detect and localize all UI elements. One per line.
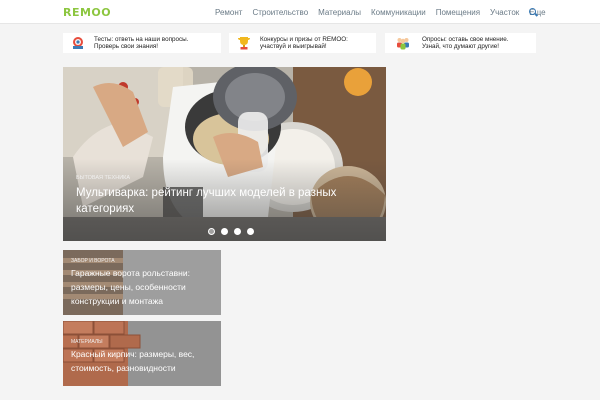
- slider-dots: [208, 228, 260, 235]
- hero-category[interactable]: Бытовая техника: [76, 175, 130, 181]
- nav-item-pomeshcheniya[interactable]: Помещения: [436, 8, 480, 17]
- promo-contests-line2: участвуй и выигрывай!: [260, 43, 327, 50]
- slider-dot-4[interactable]: [247, 228, 254, 235]
- hero-slider[interactable]: Бытовая техника Мультиварка: рейтинг луч…: [63, 67, 386, 241]
- people-icon: [397, 38, 409, 50]
- trophy-icon: [238, 37, 250, 50]
- promo-contests[interactable]: Конкурсы и призы от REMOO: участвуй и вы…: [229, 33, 376, 53]
- search-icon[interactable]: [529, 8, 536, 15]
- promo-tests-line2: Проверь свои знания!: [94, 43, 159, 50]
- article-card-category[interactable]: Забор и ворота: [71, 258, 115, 264]
- promo-tests-line1: Тесты: ответь на наши вопросы.: [94, 35, 189, 43]
- slider-dot-2[interactable]: [221, 228, 228, 235]
- article-card[interactable]: Материалы Красный кирпич: размеры, вес, …: [63, 321, 221, 386]
- badge-icon: [73, 37, 83, 49]
- nav-item-materialy[interactable]: Материалы: [318, 8, 361, 17]
- hero-title[interactable]: Мультиварка: рейтинг лучших моделей в ра…: [76, 185, 356, 217]
- promo-polls-line2: Узнай, что думают другие!: [422, 43, 499, 50]
- article-card[interactable]: Забор и ворота Гаражные ворота рольставн…: [63, 250, 221, 315]
- nav-item-uchastok[interactable]: Участок: [490, 8, 519, 17]
- nav-item-kommunikatsii[interactable]: Коммуникации: [371, 8, 426, 17]
- promo-tests[interactable]: Тесты: ответь на наши вопросы. Проверь с…: [63, 33, 221, 53]
- promo-polls[interactable]: Опросы: оставь свое мнение. Узнай, что д…: [385, 33, 536, 53]
- article-card-title[interactable]: Красный кирпич: размеры, вес, стоимость,…: [71, 347, 211, 375]
- slider-dot-1[interactable]: [208, 228, 215, 235]
- promo-strip: Тесты: ответь на наши вопросы. Проверь с…: [63, 33, 536, 53]
- promo-contests-line1: Конкурсы и призы от REMOO:: [260, 35, 348, 43]
- promo-polls-line1: Опросы: оставь свое мнение.: [422, 35, 509, 43]
- site-header: REMOO Ремонт Строительство Материалы Ком…: [0, 0, 600, 24]
- article-card-category[interactable]: Материалы: [71, 339, 103, 345]
- article-card-title[interactable]: Гаражные ворота рольставни: размеры, цен…: [71, 266, 211, 308]
- slider-dot-3[interactable]: [234, 228, 241, 235]
- site-logo[interactable]: REMOO: [63, 6, 111, 19]
- nav-item-remont[interactable]: Ремонт: [215, 8, 242, 17]
- nav-item-stroitelstvo[interactable]: Строительство: [252, 8, 308, 17]
- main-nav: Ремонт Строительство Материалы Коммуника…: [215, 0, 558, 24]
